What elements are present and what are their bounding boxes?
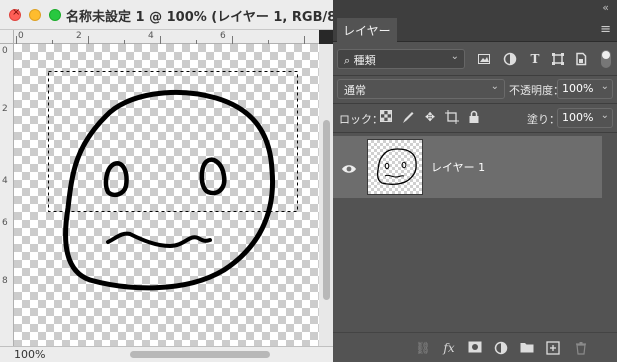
ruler-v-label: 4	[2, 176, 8, 186]
lock-label: ロック：	[339, 113, 383, 126]
divider	[333, 75, 617, 76]
filter-kind-label: 種類	[353, 54, 376, 67]
face-outline	[63, 89, 276, 291]
filter-kind-select[interactable]: ⌕ 種類 ⌄	[337, 49, 465, 69]
smiley-drawing	[48, 71, 298, 291]
right-eye	[199, 157, 227, 196]
layer-thumbnail	[367, 139, 423, 195]
type-filter-icon[interactable]: T	[528, 52, 542, 66]
panel-tab-bar: レイヤー ≡	[333, 18, 617, 42]
chevron-down-icon: ⌄	[490, 81, 499, 92]
lock-image-pixels-icon[interactable]	[401, 110, 415, 124]
panel-menu-icon[interactable]: ≡	[600, 22, 611, 37]
document-titlebar[interactable]: 名称未設定 1 @ 100% (レイヤー 1, RGB/8) *	[0, 0, 354, 30]
document-window: 名称未設定 1 @ 100% (レイヤー 1, RGB/8) * 0 2 4 6…	[0, 0, 354, 362]
shape-filter-icon[interactable]	[551, 52, 565, 66]
opacity-field[interactable]: 100% ⌄	[557, 79, 613, 99]
vertical-ruler[interactable]: 0 2 4 6 8	[0, 44, 14, 346]
opacity-label: 不透明度：	[509, 84, 564, 97]
canvas[interactable]	[14, 44, 319, 346]
left-eye	[103, 161, 129, 198]
eye-icon[interactable]	[341, 160, 357, 173]
lock-transparent-pixels-icon[interactable]	[379, 110, 393, 124]
lock-all-icon[interactable]	[467, 110, 481, 124]
layers-panel: « レイヤー ≡ ⌕ 種類 ⌄ T 通常 ⌄ 不透明度： 100% ⌄ ロック：…	[333, 0, 617, 362]
lock-position-icon[interactable]: ✥	[423, 110, 437, 124]
fx-icon[interactable]: fx	[441, 341, 457, 355]
vertical-scrollbar[interactable]	[319, 44, 333, 346]
layer-row[interactable]: レイヤー 1	[333, 136, 602, 198]
link-layers-icon[interactable]: ⛓	[415, 341, 431, 355]
layer-filter-row: ⌕ 種類 ⌄ T	[333, 48, 617, 74]
ruler-v-label: 2	[2, 104, 8, 114]
thumbnail-drawing	[376, 148, 417, 185]
search-icon: ⌕	[344, 54, 351, 67]
chevron-down-icon[interactable]: ⌄	[601, 110, 609, 121]
adjustment-filter-icon[interactable]	[503, 52, 517, 66]
chevron-down-icon[interactable]: ⌄	[601, 81, 609, 92]
blend-row: 通常 ⌄ 不透明度： 100% ⌄	[333, 79, 617, 101]
new-layer-icon[interactable]	[545, 341, 561, 355]
panel-top-bar: «	[333, 0, 617, 18]
ruler-h-ticks	[16, 36, 305, 44]
fill-label: 塗り：	[527, 113, 560, 126]
mouth	[106, 231, 212, 249]
vertical-scroll-thumb[interactable]	[323, 120, 330, 300]
blend-mode-value: 通常	[344, 84, 366, 97]
divider	[333, 132, 617, 133]
zoom-level[interactable]: 100%	[14, 348, 45, 361]
add-mask-icon[interactable]	[467, 341, 483, 355]
status-bar: 100%	[0, 346, 333, 362]
photoshop-window: 名称未設定 1 @ 100% (レイヤー 1, RGB/8) * 0 2 4 6…	[0, 0, 617, 362]
horizontal-ruler[interactable]: 0 2 4 6	[14, 30, 319, 44]
document-title: 名称未設定 1 @ 100% (レイヤー 1, RGB/8) *	[66, 10, 354, 25]
delete-layer-icon[interactable]	[573, 341, 589, 355]
horizontal-scroll-thumb[interactable]	[130, 351, 270, 358]
minimize-button[interactable]	[29, 9, 41, 21]
tab-layers[interactable]: レイヤー	[337, 18, 397, 42]
ruler-v-label: 8	[2, 276, 8, 286]
lock-row: ロック： ✥ 塗り： 100% ⌄	[333, 107, 617, 129]
layers-scroll-area[interactable]	[604, 136, 617, 332]
fill-field[interactable]: 100% ⌄	[557, 108, 613, 128]
opacity-value: 100%	[562, 82, 594, 95]
divider	[333, 103, 617, 104]
ruler-corner[interactable]	[0, 30, 14, 44]
lock-artboard-icon[interactable]	[445, 110, 459, 124]
smart-object-filter-icon[interactable]	[574, 52, 588, 66]
layer-name[interactable]: レイヤー 1	[431, 159, 485, 175]
filter-toggle[interactable]	[601, 50, 611, 68]
blend-mode-select[interactable]: 通常 ⌄	[337, 79, 505, 99]
zoom-button[interactable]	[49, 9, 61, 21]
chevron-down-icon: ⌄	[450, 51, 459, 62]
layers-bottom-bar: ⛓ fx	[333, 332, 617, 362]
new-group-icon[interactable]	[519, 341, 535, 355]
collapse-panels-icon[interactable]: «	[602, 1, 609, 14]
image-filter-icon[interactable]	[477, 52, 491, 66]
adjustment-layer-icon[interactable]	[493, 341, 509, 355]
ruler-v-label: 0	[2, 46, 8, 56]
ruler-v-label: 6	[2, 218, 8, 228]
fill-value: 100%	[562, 111, 594, 124]
close-button[interactable]	[9, 7, 21, 21]
